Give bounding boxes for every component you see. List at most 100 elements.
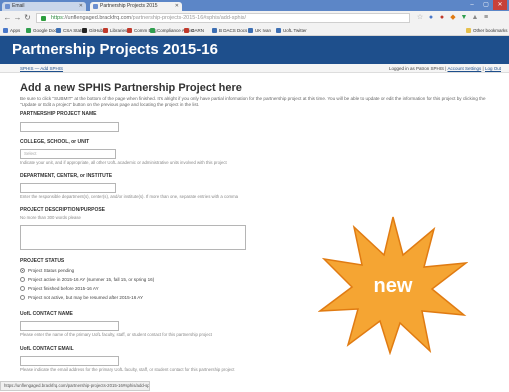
url-bar[interactable]: https://unflengaged.brackfrq.com/partner… [36,13,410,23]
menu-icon[interactable]: ≡ [482,13,490,22]
radio-selected-icon[interactable] [20,268,25,273]
bookmark-item[interactable]: Google Docs [26,26,59,35]
contact-email-input[interactable] [20,356,119,366]
status-label: PROJECT STATUS [20,258,65,264]
sub-navigation: SPHIS — Add SPHIS Logged in as Patron SP… [0,64,509,73]
site-header: Partnership Projects 2015-16 [0,36,509,64]
minimize-icon[interactable]: – [465,0,479,10]
college-label: COLLEGE, SCHOOL, or UNIT [20,139,90,145]
bookmark-item[interactable]: Libraries [103,26,127,35]
contact-name-input[interactable] [20,321,119,331]
tab-label: Email [12,3,25,9]
contact-name-hint: Please enter the name of the primary Uof… [20,332,212,337]
browser-tab-email[interactable]: Email ✕ [2,2,86,11]
radio-icon[interactable] [20,286,25,291]
tab-label: Partnership Projects 2015 [100,3,158,9]
project-name-input[interactable] [20,122,119,132]
department-input[interactable] [20,183,116,193]
bookmark-label: Other bookmarks [473,28,508,33]
lock-icon [41,16,46,21]
bookmark-label: UK Ivan [255,28,272,33]
description-textarea[interactable] [20,225,246,250]
status-option-label: Project not active, but may be resumed a… [28,295,144,300]
tab-favicon-icon [93,4,98,9]
status-option-label: Project active in 2015-16 AY (summer 15,… [28,277,155,282]
bookmark-icon [3,28,8,33]
browser-tab-partnership[interactable]: Partnership Projects 2015 ✕ [90,2,182,11]
contact-email-hint: Please indicate the email address for th… [20,367,235,372]
extension-icon[interactable]: ◆ [449,13,457,22]
college-hint: Indicate your unit, and if appropriate, … [20,160,227,165]
bookmark-label: GitHub [89,28,104,33]
reload-icon[interactable]: ↻ [23,13,32,22]
logout-link[interactable]: Log Out [485,66,501,71]
bookmark-icon [150,28,155,33]
browser-status-bar: https://unflengaged.brackfrq.com/partner… [0,381,150,391]
back-icon[interactable]: ← [3,13,12,22]
bookmark-label: B DACS Docs [219,28,248,33]
bookmark-icon [56,28,61,33]
status-option[interactable]: Project not active, but may be resumed a… [20,294,143,301]
bookmark-label: CSA Stats [63,28,84,33]
site-title: Partnership Projects 2015-16 [12,41,218,58]
breadcrumb[interactable]: SPHIS — Add SPHIS [20,65,63,72]
bookmark-icon [127,28,132,33]
contact-email-label: UofL CONTACT EMAIL [20,346,74,352]
status-option[interactable]: Project active in 2015-16 AY (summer 15,… [20,276,154,283]
logged-in-text: Logged in as Patron SPHIS | [389,66,447,71]
address-toolbar: ← → ↻ https://unflengaged.brackfrq.com/p… [0,11,509,25]
user-info: Logged in as Patron SPHIS | Account Sett… [389,65,501,72]
bookmark-label: Apps [10,28,21,33]
url-path: /partnership-projects-2015-16#sphis/add-… [131,15,247,21]
bookmark-label: OARN [191,28,205,33]
bookmark-item[interactable]: OARN [184,26,204,35]
forward-icon[interactable]: → [13,13,22,22]
bookmark-icon [248,28,253,33]
maximize-icon[interactable]: ▢ [479,0,493,10]
status-option[interactable]: Project Status pending [20,267,74,274]
bookmark-item[interactable]: CSA Stats [56,26,84,35]
tab-close-icon[interactable]: ✕ [175,2,179,11]
url-host: ://unflengaged.brackfrq.com [62,15,132,21]
department-label: DEPARTMENT, CENTER, or INSTITUTE [20,173,113,179]
status-option[interactable]: Project finished before 2015-16 AY [20,285,99,292]
bookmark-icon [103,28,108,33]
bookmark-icon [212,28,217,33]
extension-icon[interactable]: ● [427,13,435,22]
bookmark-item[interactable]: UofL Twitter [276,26,307,35]
bookmark-icon [26,28,31,33]
intro-text: Be sure to click "SUBMIT" at the bottom … [20,96,486,107]
bookmarks-bar: Apps Google Docs CSA Stats GitHub Libraries C… [0,25,509,36]
window-controls: – ▢ ✕ [465,0,507,10]
description-hint: No more than 300 words please [20,215,81,220]
radio-icon[interactable] [20,277,25,282]
tab-favicon-icon [5,4,10,9]
page-title: Add a new SPHIS Partnership Project here [20,82,242,94]
extension-icon[interactable]: ▲ [471,13,479,22]
extension-icons: ☆ ● ● ◆ ▼ ▲ ≡ [416,13,490,22]
bookmark-label: UofL Twitter [283,28,307,33]
new-badge-text: new [373,275,413,297]
close-window-icon[interactable]: ✕ [493,0,507,10]
bookmark-item[interactable]: UK Ivan [248,26,271,35]
bookmark-icon [466,28,471,33]
bookmark-star-icon[interactable]: ☆ [416,13,424,22]
account-settings-link[interactable]: Account Settings [448,66,482,71]
extension-icon[interactable]: ▼ [460,13,468,22]
contact-name-label: UofL CONTACT NAME [20,311,73,317]
bookmark-icon [184,28,189,33]
college-select[interactable]: Select [20,149,116,159]
bookmark-item[interactable]: GitHub [82,26,103,35]
url-scheme: https [51,15,63,21]
status-option-label: Project Status pending [28,268,75,273]
bookmark-item[interactable]: Apps [3,26,20,35]
bookmark-label: Libraries [110,28,128,33]
bookmark-icon [276,28,281,33]
browser-tab-bar: Email ✕ Partnership Projects 2015 ✕ – ▢ … [0,0,509,11]
bookmark-item[interactable]: Other bookmarks [466,26,508,35]
description-label: PROJECT DESCRIPTION/PURPOSE [20,207,106,213]
bookmark-item[interactable]: B DACS Docs [212,26,247,35]
tab-close-icon[interactable]: ✕ [79,2,83,11]
extension-icon[interactable]: ● [438,13,446,22]
radio-icon[interactable] [20,295,25,300]
